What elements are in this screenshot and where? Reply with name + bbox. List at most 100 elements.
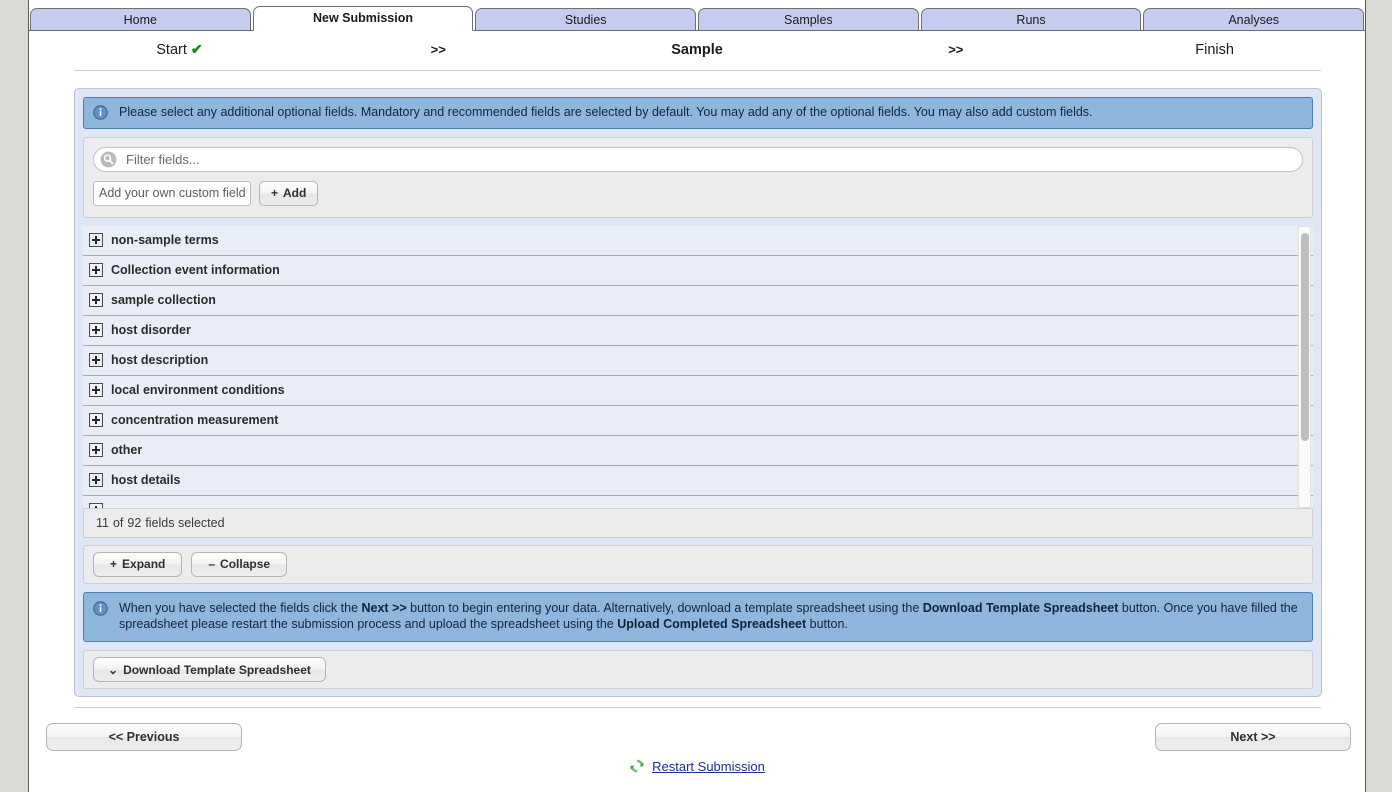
group-row-concentration-measurement[interactable]: concentration measurement (83, 406, 1313, 436)
group-row-host-description[interactable]: host description (83, 346, 1313, 376)
check-icon: ✔ (190, 41, 203, 57)
expand-plus-icon[interactable] (89, 503, 103, 508)
info-part-2: button to begin entering your data. Alte… (406, 600, 923, 615)
group-label: Collection event information (111, 263, 280, 277)
plus-icon: + (110, 557, 118, 571)
step-separator-2: >> (948, 42, 964, 57)
expand-plus-icon[interactable] (89, 233, 103, 247)
tab-new-submission[interactable]: New Submission (252, 6, 474, 31)
tab-runs[interactable]: Runs (920, 8, 1142, 31)
scrollbar-thumb[interactable] (1301, 232, 1309, 441)
minus-icon: – (208, 557, 216, 571)
plus-icon: + (271, 186, 279, 200)
group-label: local environment conditions (111, 383, 285, 397)
group-row-host-disorder[interactable]: host disorder (83, 316, 1313, 346)
collapse-button-label: Collapse (220, 557, 271, 571)
info-bold-download: Download Template Spreadsheet (922, 600, 1119, 615)
filter-fields-input[interactable] (93, 146, 1303, 172)
next-button[interactable]: Next >> (1155, 723, 1351, 751)
restart-submission-link[interactable]: Restart Submission (652, 759, 765, 774)
bottom-info-text: When you have selected the fields click … (119, 600, 1302, 634)
custom-field-row: + Add (93, 180, 1303, 206)
group-row-host-details[interactable]: host details (83, 466, 1313, 496)
wizard-stepbar: Start ✔ >> Sample >> Finish (29, 31, 1365, 68)
tab-label: Home (123, 12, 157, 27)
main-tabbar: Home New Submission Studies Samples Runs… (29, 6, 1365, 31)
step-sample: Sample (671, 41, 723, 58)
group-label: non-sample terms (111, 233, 219, 247)
tab-label: Studies (564, 12, 607, 27)
group-row-other[interactable]: other (83, 436, 1313, 466)
group-label: host description (111, 353, 209, 367)
fields-selected-count: 11 of 92 fields selected (83, 507, 1313, 538)
download-button-label: Download Template Spreadsheet (123, 662, 311, 677)
count-of: of (112, 515, 124, 530)
field-selection-panel: Please select any additional optional fi… (74, 88, 1322, 697)
step-label: Start (156, 42, 187, 58)
refresh-icon (630, 759, 644, 773)
group-row-local-environment-conditions[interactable]: local environment conditions (83, 376, 1313, 406)
expand-all-button[interactable]: + Expand (93, 551, 183, 577)
expand-plus-icon[interactable] (89, 353, 103, 367)
step-start[interactable]: Start ✔ (29, 41, 330, 58)
group-label: host details (111, 473, 181, 487)
expand-plus-icon[interactable] (89, 413, 103, 427)
group-row-clipped[interactable] (83, 496, 1313, 508)
page-panel: Home New Submission Studies Samples Runs… (28, 0, 1366, 792)
tab-label: Samples (784, 12, 833, 27)
step-finish: Finish (1195, 41, 1234, 58)
stepbar-divider (74, 70, 1321, 71)
tab-studies[interactable]: Studies (475, 8, 697, 31)
group-list-scrollbar[interactable] (1298, 225, 1311, 508)
previous-button[interactable]: << Previous (46, 723, 242, 751)
count-total: 92 (127, 515, 142, 530)
step-separator-1: >> (430, 42, 446, 57)
expand-plus-icon[interactable] (89, 473, 103, 487)
expand-plus-icon[interactable] (89, 443, 103, 457)
tab-samples[interactable]: Samples (698, 8, 919, 31)
expand-plus-icon[interactable] (89, 263, 103, 277)
info-bold-next: Next >> (361, 600, 407, 615)
count-selected: 11 (96, 515, 109, 530)
download-template-spreadsheet-button[interactable]: ⌄ Download Template Spreadsheet (93, 657, 326, 682)
field-toolbar: + Add (83, 136, 1313, 218)
custom-field-input[interactable] (93, 180, 251, 206)
expand-plus-icon[interactable] (89, 383, 103, 397)
top-info-banner: Please select any additional optional fi… (83, 97, 1313, 129)
info-bold-upload: Upload Completed Spreadsheet (617, 617, 807, 632)
tab-label: Analyses (1228, 12, 1280, 27)
info-icon (93, 600, 108, 616)
group-label: sample collection (111, 293, 216, 307)
info-part-1: When you have selected the fields click … (119, 600, 362, 615)
bottom-divider (74, 707, 1321, 708)
field-group-list[interactable]: non-sample terms Collection event inform… (83, 225, 1313, 508)
app-root: Home New Submission Studies Samples Runs… (0, 0, 1392, 792)
group-label: host disorder (111, 323, 191, 337)
group-row-collection-event-information[interactable]: Collection event information (83, 256, 1313, 286)
add-button-label: Add (283, 186, 307, 200)
field-group-list-inner: non-sample terms Collection event inform… (83, 226, 1313, 508)
bottom-info-banner: When you have selected the fields click … (83, 591, 1313, 642)
info-icon (93, 105, 108, 120)
expand-plus-icon[interactable] (89, 323, 103, 337)
group-row-sample-collection[interactable]: sample collection (83, 286, 1313, 316)
tab-label: New Submission (312, 11, 414, 26)
search-icon (100, 151, 117, 167)
expand-plus-icon[interactable] (89, 293, 103, 307)
restart-submission-row: Restart Submission (29, 758, 1365, 774)
expand-collapse-bar: + Expand – Collapse (83, 544, 1313, 584)
download-bar: ⌄ Download Template Spreadsheet (83, 650, 1313, 689)
info-part-4: button. (806, 617, 848, 632)
tab-label: Runs (1016, 12, 1046, 27)
group-label: concentration measurement (111, 413, 279, 427)
tab-home[interactable]: Home (30, 8, 251, 31)
filter-wrap (93, 146, 1303, 172)
top-info-text: Please select any additional optional fi… (119, 105, 1093, 119)
group-row-non-sample-terms[interactable]: non-sample terms (83, 226, 1313, 256)
collapse-all-button[interactable]: – Collapse (191, 551, 288, 577)
count-suffix: fields selected (145, 515, 225, 530)
group-label: other (111, 443, 143, 457)
tab-analyses[interactable]: Analyses (1143, 8, 1365, 31)
expand-button-label: Expand (122, 557, 166, 571)
add-custom-field-button[interactable]: + Add (259, 180, 319, 206)
